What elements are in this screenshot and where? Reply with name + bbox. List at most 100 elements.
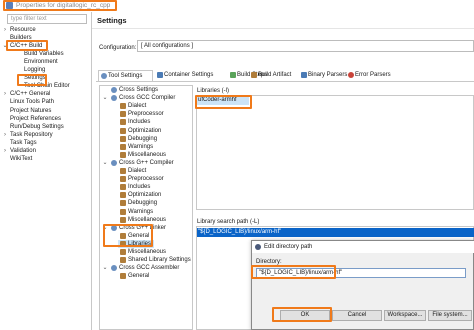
tool-tree-item[interactable]: Miscellaneous [100,216,192,224]
option-category-icon [120,192,126,199]
sidebar-item-label: Project Natures [10,107,52,114]
tool-tree-item[interactable]: Includes [100,183,192,191]
edit-directory-dialog: Edit directory path Directory: "${D_LOGI… [251,240,474,330]
filter-input[interactable]: type filter text [7,14,87,24]
chevron-right-icon[interactable]: › [2,26,8,34]
tool-tree-item[interactable]: Warnings [100,208,192,216]
container-icon [157,72,163,78]
sidebar-item-task-tags[interactable]: Task Tags [0,139,90,147]
chevron-down-icon[interactable]: ⌄ [102,224,108,232]
tool-tree-item[interactable]: General [100,272,192,280]
chevron-right-icon[interactable]: › [2,131,8,139]
chevron-right-icon[interactable]: › [2,147,8,155]
tool-tree-item[interactable]: Miscellaneous [100,248,192,256]
tool-tree-item[interactable]: Debugging [100,135,192,143]
dialog-filesystem-button[interactable]: File system... [428,310,472,321]
sidebar-item-settings[interactable]: Settings [0,74,90,82]
dialog-workspace-button[interactable]: Workspace... [384,310,426,321]
sidebar-item-label: C/C++ General [10,91,51,98]
option-category-icon [120,232,126,239]
tab-container-settings[interactable]: Container Settings [155,70,225,81]
sidebar-item-build-variables[interactable]: Build Variables [0,50,90,58]
option-category-icon [120,119,126,126]
tool-icon [111,159,117,166]
tool-tree-item[interactable]: General [100,232,192,240]
sidebar-item-label: Validation [10,147,36,154]
libraries-list[interactable] [196,95,474,210]
tool-tree-item[interactable]: ⌄ Cross GCC Compiler [100,94,192,102]
dialog-title: Edit directory path [264,244,313,250]
tab-tool-settings[interactable]: Tool Settings [98,70,153,81]
chevron-down-icon[interactable]: ⌄ [102,264,108,272]
configuration-value: [ All configurations ] [141,43,194,49]
tool-tree-label: Includes [128,184,151,191]
library-item[interactable]: ufCoder-armhf [197,96,249,105]
sidebar-item-task-repository[interactable]: › Task Repository [0,131,90,139]
option-category-icon [120,111,126,118]
dialog-ok-button[interactable]: OK [280,310,330,321]
chevron-down-icon[interactable]: ⌄ [102,94,108,102]
tool-tree-label: Cross G++ Linker [119,224,167,231]
tool-tree-item[interactable]: Preprocessor [100,110,192,118]
library-path-item[interactable]: "${D_LOGIC_LIB}/linux/arm-hf" [197,228,474,237]
option-category-icon [120,176,126,183]
tool-tree-item[interactable]: Debugging [100,199,192,207]
tool-tree-item[interactable]: Dialect [100,102,192,110]
tool-icon [111,95,117,102]
sidebar-item-logging[interactable]: Logging [0,66,90,74]
sidebar-item-run-debug-settings[interactable]: Run/Debug Settings [0,123,90,131]
tool-tree-label: Warnings [128,143,154,150]
dialog-directory-input[interactable]: "${D_LOGIC_LIB}/linux/arm-hf" [256,268,466,278]
library-path-label: Library search path (-L) [197,219,260,225]
chevron-down-icon[interactable]: ⌄ [102,159,108,167]
sidebar-item-linux-tools-path[interactable]: Linux Tools Path [0,98,90,106]
sidebar-item-validation[interactable]: › Validation [0,147,90,155]
sidebar-item-label: Linux Tools Path [10,99,54,106]
sidebar-item-environment[interactable]: Environment [0,58,90,66]
window-title: Properties for digitallogic_rc_cpp [16,2,111,9]
sidebar-item-label: Run/Debug Settings [10,123,64,130]
sidebar-item-wikitext[interactable]: WikiText [0,155,90,163]
chevron-down-icon[interactable]: ⌄ [2,42,8,50]
tool-tree-label: Cross GCC Assembler [119,265,180,272]
tool-tree-item[interactable]: ⌄ Cross G++ Linker [100,224,192,232]
tool-tree-item[interactable]: Miscellaneous [100,151,192,159]
tab-build-artifact[interactable]: Build Artifact [249,70,299,81]
sidebar-item-resource[interactable]: › Resource [0,26,90,34]
tool-tree-item[interactable]: ⌄ Cross G++ Compiler [100,159,192,167]
tab-binary-parsers[interactable]: Binary Parsers [299,70,347,81]
option-category-icon [120,184,126,191]
artifact-icon [251,72,257,78]
sidebar-item-c-c-build[interactable]: ⌄ C/C++ Build [0,42,90,50]
tool-tree-item[interactable]: Dialect [100,167,192,175]
sidebar-item-tool-chain-editor[interactable]: Tool Chain Editor [0,82,90,90]
tool-tree-item[interactable]: Optimization [100,191,192,199]
tool-tree-item[interactable]: Includes [100,118,192,126]
sidebar-item-project-references[interactable]: Project References [0,115,90,123]
sidebar-item-label: WikiText [10,155,33,162]
tool-icon [111,265,117,272]
tool-tree-item[interactable]: Warnings [100,143,192,151]
sidebar-item-builders[interactable]: Builders [0,34,90,42]
tool-tree-item[interactable]: ⌄ Cross GCC Assembler [100,264,192,272]
chevron-right-icon[interactable]: › [2,90,8,98]
option-category-icon [120,249,126,255]
tool-tree-item[interactable]: Cross Settings [100,86,192,94]
tool-tree-label: Includes [128,119,151,126]
app-icon [6,2,13,9]
dialog-cancel-button[interactable]: Cancel [332,310,382,321]
tool-tree-item[interactable]: Libraries [118,239,154,248]
settings-title: Settings [97,16,127,25]
configuration-select[interactable]: [ All configurations ] [137,40,474,52]
tool-tree-label: General [128,232,150,239]
nav-tree: › Resource Builders ⌄ C/C++ Build Build Varia… [0,26,91,326]
sidebar-item-c-c-general[interactable]: › C/C++ General [0,90,90,98]
sidebar-item-label: Task Tags [10,139,37,146]
tool-tree-item[interactable]: Shared Library Settings [100,256,192,264]
sidebar-item-project-natures[interactable]: Project Natures [0,107,90,115]
tool-tree-item[interactable]: Preprocessor [100,175,192,183]
tool-tree-item[interactable]: Optimization [100,127,192,135]
tab-error-parsers[interactable]: Error Parsers [346,70,394,81]
dialog-app-icon [255,244,261,250]
tool-tree-label: Preprocessor [128,111,164,118]
